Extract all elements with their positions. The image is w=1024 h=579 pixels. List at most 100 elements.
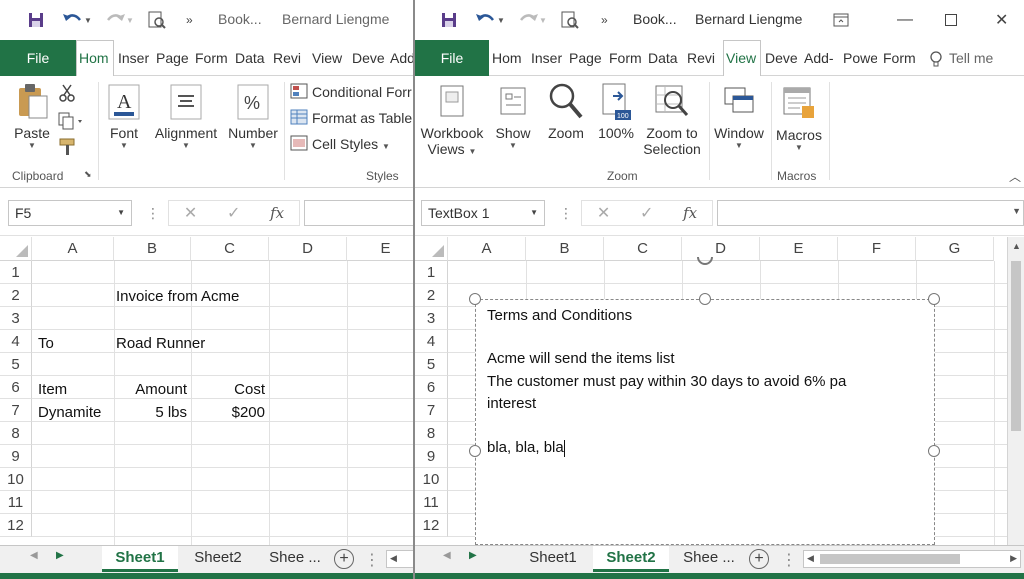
cancel-icon[interactable]: ✕ [597,203,610,223]
row-header[interactable]: 6 [0,376,32,399]
paste-dropdown-icon[interactable]: ▼ [28,141,36,150]
tab-developer[interactable]: Deve [352,50,385,66]
text-box[interactable] [475,299,935,545]
cell-a7[interactable]: Dynamite [38,401,101,424]
tell-me-search[interactable]: Tell me [949,50,993,66]
copy-icon[interactable] [58,112,86,135]
row-header[interactable]: 8 [0,422,32,445]
alignment-dropdown-icon[interactable]: ▼ [182,141,190,150]
column-header[interactable]: A [32,237,114,261]
tab-power-pivot[interactable]: Powe [843,50,877,66]
alignment-button[interactable]: Alignment ▼ [150,82,222,150]
tab-addins[interactable]: Add- [804,50,836,66]
formula-input[interactable]: ▼ [717,200,1024,226]
row-header[interactable]: 7 [0,399,32,422]
insert-function-icon[interactable]: fx [683,204,697,222]
insert-function-icon[interactable]: fx [270,204,284,222]
save-icon[interactable] [28,8,44,32]
resize-handle[interactable] [928,445,940,457]
show-button[interactable]: Show ▼ [491,82,535,150]
tab-page-layout[interactable]: Page [569,50,603,66]
tab-data[interactable]: Data [235,50,269,66]
row-header[interactable]: 1 [415,261,448,284]
row-header[interactable]: 5 [0,353,32,376]
add-sheet-icon[interactable]: + [749,549,769,569]
workbook-views-button[interactable]: Workbook Views ▼ [417,82,487,157]
tab-formulas[interactable]: Form [609,50,641,66]
tab-formulas[interactable]: Form [195,50,228,66]
row-header[interactable]: 3 [0,307,32,330]
tab-data[interactable]: Data [648,50,682,66]
scrollbar-thumb[interactable] [820,554,960,564]
column-header[interactable]: G [916,237,994,261]
row-header[interactable]: 8 [415,422,448,445]
redo-icon[interactable]: ▼ [517,8,547,32]
zoom-to-selection-button[interactable]: Zoom to Selection [639,82,705,157]
column-header[interactable]: B [114,237,191,261]
cell-b2[interactable]: Invoice from Acme [116,285,239,308]
tab-addins[interactable]: Add [390,50,414,66]
resize-handle[interactable] [699,293,711,305]
resize-handle[interactable] [469,445,481,457]
cell-b6[interactable]: Amount [114,378,187,401]
scroll-left-icon[interactable]: ◀ [390,553,397,564]
more-commands-icon[interactable]: » [186,8,193,32]
collapse-ribbon-icon[interactable]: ︿ [1009,168,1021,185]
sheet-tab-sheet1[interactable]: Sheet1 [515,546,591,572]
scroll-left-icon[interactable]: ◀ [30,550,38,561]
sheet-tab-sheet1[interactable]: Sheet1 [102,546,178,572]
row-header[interactable]: 11 [415,491,448,514]
cell-styles-icon[interactable] [290,135,308,156]
number-button[interactable]: % Number ▼ [224,82,282,150]
tab-view[interactable]: View [726,50,759,66]
row-header[interactable]: 9 [0,445,32,468]
column-header[interactable]: C [604,237,682,261]
name-box[interactable]: F5 ▼ [8,200,132,226]
tab-review[interactable]: Revi [687,50,720,66]
maximize-icon[interactable] [945,8,957,32]
conditional-formatting-button[interactable]: Conditional Forr [312,84,412,100]
rotate-handle-icon[interactable] [696,255,714,274]
cut-icon[interactable] [58,84,76,107]
row-header[interactable]: 4 [415,330,448,353]
enter-icon[interactable]: ✓ [227,203,240,223]
cell-c6[interactable]: Cost [191,378,265,401]
number-dropdown-icon[interactable]: ▼ [249,141,257,150]
more-options-icon[interactable]: ⋮ [146,205,160,222]
tab-review[interactable]: Revi [273,50,306,66]
column-header[interactable]: E [760,237,838,261]
chevron-down-icon[interactable]: ▼ [117,208,125,217]
cell-styles-button[interactable]: Cell Styles ▼ [312,136,390,152]
tab-home[interactable]: Hom [492,50,524,66]
add-sheet-icon[interactable]: + [334,549,354,569]
dialog-launcher-icon[interactable]: ⬊ [84,169,92,180]
select-all-corner[interactable] [415,237,448,261]
format-as-table-button[interactable]: Format as Table [312,110,412,126]
redo-icon[interactable]: ▼ [104,8,134,32]
tab-insert[interactable]: Inser [118,50,152,66]
scroll-up-icon[interactable]: ▲ [1012,241,1021,251]
format-painter-icon[interactable] [58,138,78,161]
print-preview-icon[interactable] [148,8,166,32]
cell-a4[interactable]: To [38,332,54,355]
column-header[interactable]: A [448,237,526,261]
scroll-right-icon[interactable]: ▶ [1010,553,1017,564]
more-options-icon[interactable]: ⋮ [781,550,797,570]
resize-handle[interactable] [928,293,940,305]
macros-button[interactable]: Macros ▼ [773,84,825,152]
close-icon[interactable]: ✕ [995,8,1008,32]
row-header[interactable]: 7 [415,399,448,422]
row-header[interactable]: 4 [0,330,32,353]
row-header[interactable]: 12 [415,514,448,537]
more-options-icon[interactable]: ⋮ [364,550,380,570]
scrollbar-thumb[interactable] [1011,261,1021,431]
window-button[interactable]: Window ▼ [709,82,769,150]
column-header[interactable]: D [269,237,347,261]
sheet-tab-more[interactable]: Shee ... [258,546,332,572]
row-header[interactable]: 10 [415,468,448,491]
enter-icon[interactable]: ✓ [640,203,653,223]
font-dropdown-icon[interactable]: ▼ [120,141,128,150]
resize-handle[interactable] [469,293,481,305]
tab-insert[interactable]: Inser [531,50,565,66]
row-header[interactable]: 12 [0,514,32,537]
